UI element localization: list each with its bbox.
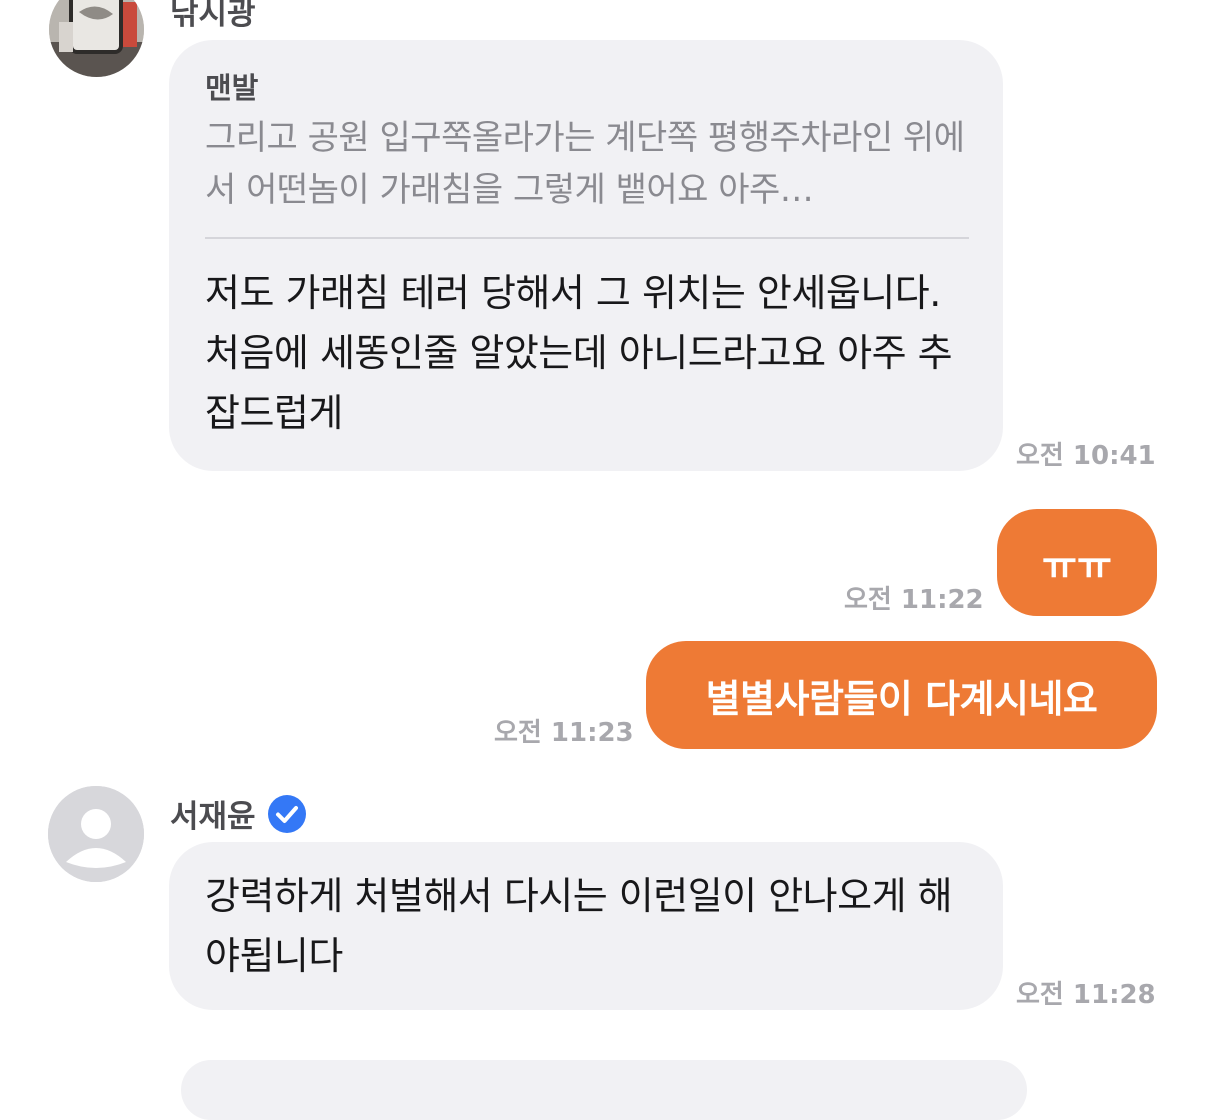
sender-name[interactable]: 낚시광 [170, 0, 256, 33]
message-bubble-outgoing[interactable]: ㅠㅠ [997, 509, 1157, 616]
sender-avatar-default[interactable] [48, 786, 144, 882]
sender-avatar-photo[interactable] [49, 0, 144, 77]
message-timestamp: 오전 11:22 [844, 585, 984, 615]
message-timestamp: 오전 11:28 [1016, 980, 1156, 1010]
sender-name[interactable]: 서재윤 [170, 791, 256, 836]
message-timestamp: 오전 11:23 [494, 718, 634, 748]
message-bubble-incoming-partial[interactable] [181, 1060, 1027, 1120]
verified-check-icon [267, 794, 306, 833]
message-bubble-incoming[interactable]: 강력하게 처벌해서 다시는 이런일이 안나오게 해야됩니다 [169, 842, 1003, 1010]
fishing-photo-icon [49, 0, 144, 77]
message-timestamp: 오전 10:41 [1016, 441, 1156, 471]
message-text: 강력하게 처벌해서 다시는 이런일이 안나오게 해야됩니다 [205, 874, 953, 978]
message-bubble-outgoing[interactable]: 별별사람들이 다계시네요 [646, 641, 1157, 749]
person-icon [48, 786, 144, 882]
message-bubble-incoming[interactable]: 맨발 그리고 공원 입구쪽올라가는 계단쪽 평행주차라인 위에서 어떤놈이 가래… [169, 40, 1003, 471]
quote-divider [205, 237, 969, 239]
quoted-author: 맨발 [205, 71, 259, 105]
quoted-text: 그리고 공원 입구쪽올라가는 계단쪽 평행주차라인 위에서 어떤놈이 가래침을 … [205, 118, 965, 210]
sender-name-row[interactable]: 서재윤 [170, 791, 306, 836]
message-text: 저도 가래침 테러 당해서 그 위치는 안세웁니다. 처음에 세똥인줄 알았는데… [205, 271, 953, 435]
